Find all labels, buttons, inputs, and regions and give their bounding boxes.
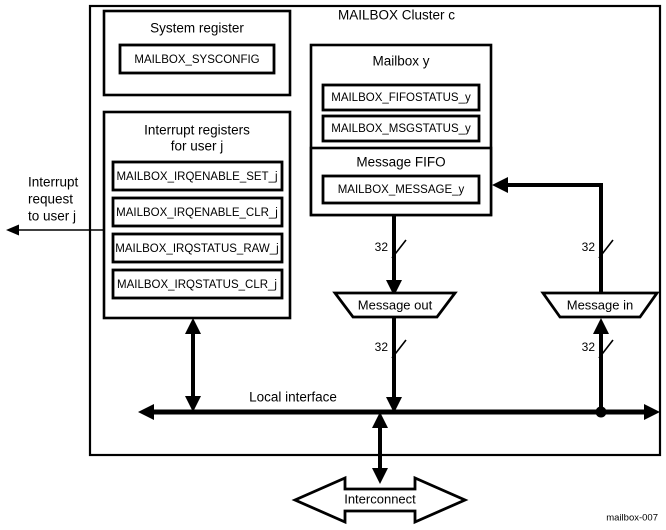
interconnect-label: Interconnect	[344, 491, 416, 506]
register-label-mailbox-sysconfig: MAILBOX_SYSCONFIG	[134, 54, 259, 66]
message-in-label: Message in	[567, 297, 633, 312]
local-interface-label: Local interface	[249, 390, 337, 405]
diagram-canvas: MAILBOX Cluster c System register MAILBO…	[6, 4, 662, 525]
register-label-mailbox-irqstatus-clr-j: MAILBOX_IRQSTATUS_CLR_j	[117, 279, 277, 291]
mailbox-group-title: Mailbox y	[372, 54, 429, 69]
bus-width-out-upper: 32	[375, 240, 389, 254]
bus-width-in-upper: 32	[582, 240, 596, 254]
register-label-mailbox-msgstatus-y: MAILBOX_MSGSTATUS_y	[331, 123, 471, 135]
interrupt-request-label-line3: to user j	[28, 209, 76, 224]
register-label-mailbox-irqstatus-raw-j: MAILBOX_IRQSTATUS_RAW_j	[115, 243, 278, 255]
interrupt-request-label-line1: Interrupt	[28, 175, 79, 190]
bus-junction-dot	[595, 406, 607, 418]
register-label-mailbox-fifostatus-y: MAILBOX_FIFOSTATUS_y	[331, 92, 471, 104]
cluster-title: MAILBOX Cluster c	[338, 8, 455, 23]
register-label-mailbox-message-y: MAILBOX_MESSAGE_y	[338, 184, 465, 196]
figure-caption: mailbox-007	[606, 513, 658, 524]
register-label-mailbox-irqenable-clr-j: MAILBOX_IRQENABLE_CLR_j	[116, 207, 278, 219]
interrupt-request-label-line2: request	[28, 192, 73, 207]
interrupt-register-group-title-line1: Interrupt registers	[144, 123, 250, 138]
system-register-group-title: System register	[150, 21, 244, 36]
message-fifo-title: Message FIFO	[356, 155, 445, 170]
mailbox-cluster-diagram: MAILBOX Cluster c System register MAILBO…	[0, 0, 666, 530]
bus-width-in-lower: 32	[582, 340, 596, 354]
message-out-label: Message out	[358, 297, 433, 312]
interrupt-register-group-title-line2: for user j	[171, 139, 224, 154]
register-label-mailbox-irqenable-set-j: MAILBOX_IRQENABLE_SET_j	[116, 171, 277, 183]
bus-width-out-lower: 32	[375, 340, 389, 354]
